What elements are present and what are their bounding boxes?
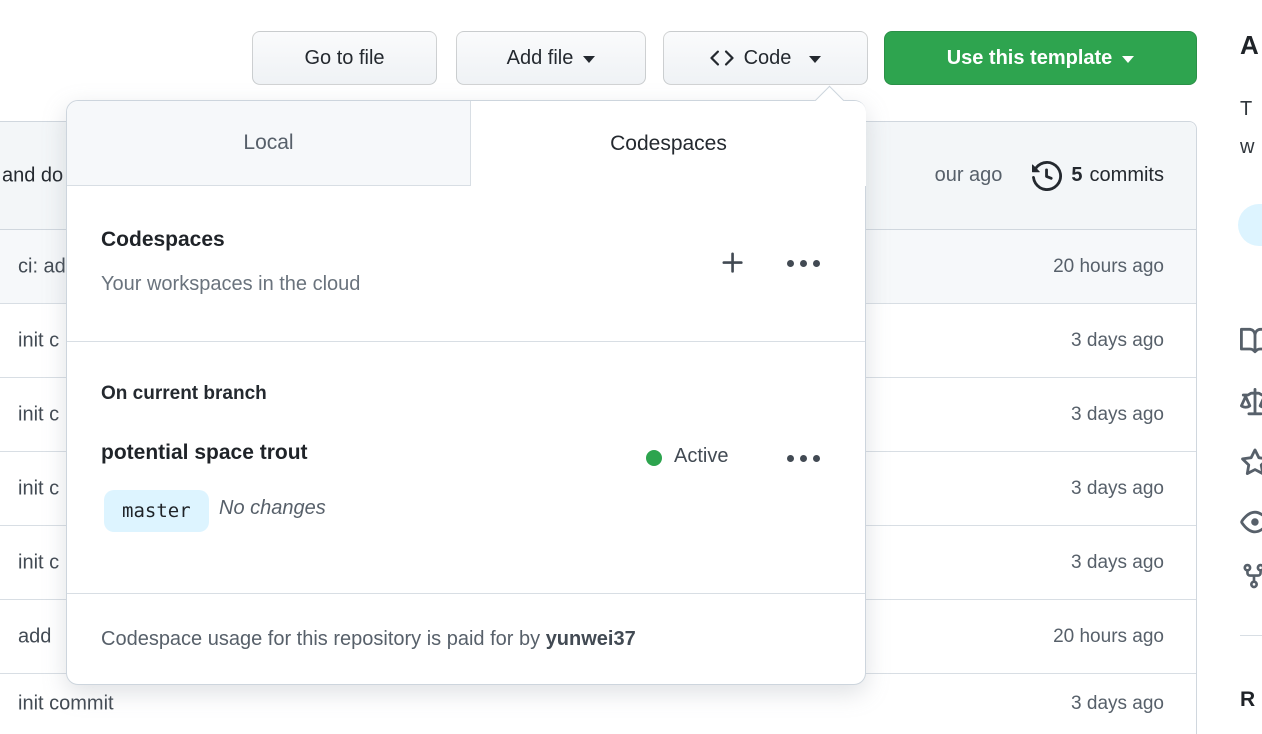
tab-local[interactable]: Local [67,101,471,186]
kebab-icon [786,454,794,462]
code-icon [709,46,734,70]
sidebar-divider [1240,635,1262,636]
on-current-branch-label: On current branch [101,383,267,404]
latest-commit-time-fragment: our ago [934,164,1003,186]
github-repo-page: and do our ago 5 commits ci: ad 20 hours… [0,0,1262,734]
releases-heading-fragment: R [1240,688,1256,711]
commit-message-link[interactable]: init c [18,551,59,574]
commit-message-link[interactable]: init c [18,329,59,352]
new-codespace-button[interactable] [711,241,755,285]
commit-message-link[interactable]: init c [18,403,59,426]
codespaces-subtitle: Your workspaces in the cloud [101,273,361,295]
section-divider [67,593,865,594]
code-button[interactable]: Code [663,31,868,85]
codespaces-options-button[interactable] [781,241,825,285]
codespaces-title: Codespaces [101,228,225,251]
codespace-usage-footer: Codespace usage for this repository is p… [101,628,636,651]
about-heading-fragment: A [1240,30,1259,60]
row-timestamp: 3 days ago [1071,477,1164,499]
code-label: Code [743,46,792,69]
commits-label[interactable]: commits [1090,164,1164,187]
row-timestamp: 20 hours ago [1053,255,1164,277]
tab-codespaces[interactable]: Codespaces [471,101,866,186]
use-this-template-label: Use this template [946,46,1113,69]
about-description-line2: w [1240,136,1255,158]
commit-bar-right: our ago 5 commits [935,122,1164,229]
row-timestamp: 3 days ago [1071,403,1164,425]
section-divider [67,341,865,342]
row-timestamp: 20 hours ago [1053,625,1164,647]
row-timestamp: 3 days ago [1071,329,1164,351]
plus-icon [719,249,747,277]
history-icon [1032,160,1063,191]
go-to-file-label: Go to file [304,46,385,69]
book-icon [1240,326,1262,356]
chevron-down-icon [809,56,822,63]
commit-message-link[interactable]: init c [18,477,59,500]
eye-icon [1240,507,1262,537]
tab-local-label: Local [243,131,294,154]
tab-codespaces-label: Codespaces [610,131,727,155]
commit-message-link[interactable]: ci: ad [18,255,66,278]
commit-message-link[interactable]: init commit [18,693,114,716]
law-icon [1240,388,1262,418]
topic-tag[interactable] [1238,204,1262,246]
codespace-status: Active [674,445,729,467]
code-dropdown-panel: Local Codespaces Codespaces Your workspa… [66,85,866,685]
chevron-down-icon [1122,56,1135,63]
latest-commit-message-fragment[interactable]: and do [2,164,63,187]
chevron-down-icon [583,56,596,63]
repo-sidebar: A T w R [1198,0,1262,734]
star-icon [1240,448,1262,478]
about-description-line1: T [1240,98,1253,120]
codespace-options-button[interactable] [781,436,825,480]
add-file-label: Add file [506,46,574,69]
go-to-file-button[interactable]: Go to file [252,31,437,85]
commits-count[interactable]: 5 [1071,164,1082,187]
row-timestamp: 3 days ago [1071,551,1164,573]
kebab-icon [786,259,794,267]
row-timestamp: 3 days ago [1071,693,1164,714]
changes-status: No changes [219,497,326,519]
active-status-dot-icon [646,450,662,466]
add-file-button[interactable]: Add file [456,31,646,85]
usage-footer-owner: yunwei37 [545,628,636,650]
use-this-template-button[interactable]: Use this template [884,31,1197,85]
repo-forked-icon [1240,562,1262,592]
usage-footer-text: Codespace usage for this repository is p… [101,628,541,650]
commit-message-link[interactable]: add [18,625,51,648]
branch-badge: master [104,490,209,532]
codespace-name[interactable]: potential space trout [101,441,308,465]
